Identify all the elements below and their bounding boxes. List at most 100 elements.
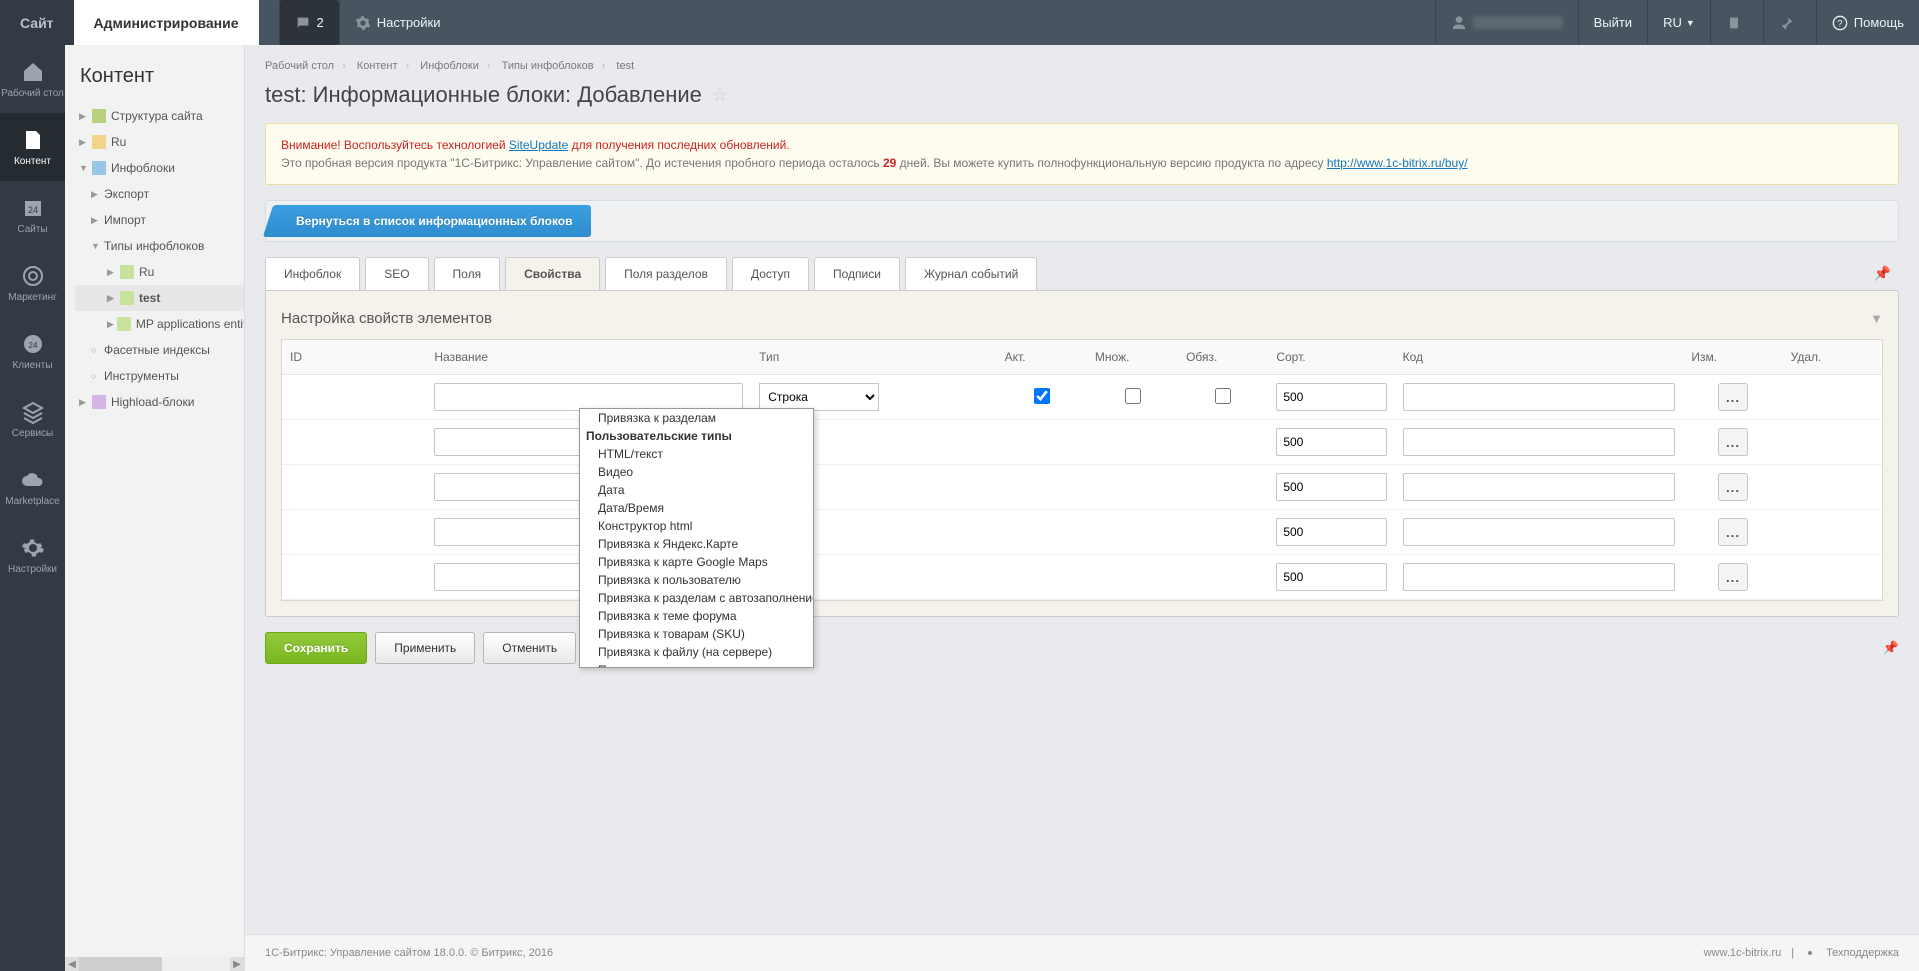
crumb[interactable]: Типы инфоблоков xyxy=(502,60,594,72)
scroll-left-icon[interactable]: ◀ xyxy=(65,957,79,971)
edit-button[interactable]: ... xyxy=(1718,428,1748,456)
top-clipboard[interactable] xyxy=(1710,0,1763,45)
edit-button[interactable]: ... xyxy=(1718,473,1748,501)
layers-icon xyxy=(21,400,45,424)
sidebar: Контент ▶Структура сайта ▶Ru ▼Инфоблоки … xyxy=(65,45,245,971)
crumb[interactable]: Инфоблоки xyxy=(420,60,479,72)
nav-sites[interactable]: 24Сайты xyxy=(0,181,65,249)
top-settings[interactable]: Настройки xyxy=(339,0,456,45)
tree-facet[interactable]: ○Фасетные индексы xyxy=(75,337,244,363)
dropdown-option[interactable]: Видео xyxy=(580,463,813,481)
tree-iblocks[interactable]: ▼Инфоблоки xyxy=(75,155,244,181)
save-button[interactable]: Сохранить xyxy=(265,632,367,664)
dropdown-option[interactable]: Дата/Время xyxy=(580,499,813,517)
edit-button[interactable]: ... xyxy=(1718,383,1748,411)
crumb[interactable]: Контент xyxy=(357,60,398,72)
active-checkbox[interactable] xyxy=(1034,388,1050,404)
nav-marketing[interactable]: Маркетинг xyxy=(0,249,65,317)
required-checkbox[interactable] xyxy=(1215,388,1231,404)
type-dropdown[interactable]: Привязка к разделам Пользовательские тип… xyxy=(579,408,814,668)
tab-properties[interactable]: Свойства xyxy=(505,257,600,290)
dropdown-option[interactable]: Конструктор html xyxy=(580,517,813,535)
sidebar-scrollbar[interactable]: ◀ ▶ xyxy=(65,957,244,971)
user-menu[interactable] xyxy=(1435,0,1578,45)
tab-captions[interactable]: Подписи xyxy=(814,257,900,290)
tree-type-ru[interactable]: ▶Ru xyxy=(75,259,244,285)
nav-content[interactable]: Контент xyxy=(0,113,65,181)
tab-admin[interactable]: Администрирование xyxy=(74,0,259,45)
dropdown-option[interactable]: Привязка к товарам (SKU) xyxy=(580,625,813,643)
siteupdate-link[interactable]: SiteUpdate xyxy=(509,138,568,152)
dropdown-option[interactable]: Привязка к разделам с автозаполнением xyxy=(580,589,813,607)
type-select[interactable]: Строка xyxy=(759,383,879,411)
scroll-thumb[interactable] xyxy=(79,957,162,971)
page-title: test: Информационные блоки: Добавление ☆ xyxy=(245,77,1919,123)
pin-actions-icon[interactable]: 📌 xyxy=(1883,640,1899,656)
tab-iblock[interactable]: Инфоблок xyxy=(265,257,360,290)
lang-switch[interactable]: RU▼ xyxy=(1647,0,1710,45)
dropdown-option[interactable]: HTML/текст xyxy=(580,445,813,463)
tree-tools[interactable]: ○Инструменты xyxy=(75,363,244,389)
pin-tabs-icon[interactable]: 📌 xyxy=(1866,257,1899,290)
tab-log[interactable]: Журнал событий xyxy=(905,257,1037,290)
code-input[interactable] xyxy=(1403,518,1676,546)
sort-input[interactable] xyxy=(1276,473,1386,501)
sort-input[interactable] xyxy=(1276,563,1386,591)
cloud-icon xyxy=(21,468,45,492)
sort-input[interactable] xyxy=(1276,383,1386,411)
cancel-button[interactable]: Отменить xyxy=(483,632,576,664)
dropdown-option[interactable]: Привязка к теме форума xyxy=(580,607,813,625)
dropdown-option[interactable]: Привязка к карте Google Maps xyxy=(580,553,813,571)
dropdown-option[interactable]: Привязка к разделам xyxy=(580,409,813,427)
tab-access[interactable]: Доступ xyxy=(732,257,809,290)
top-pin[interactable] xyxy=(1763,0,1816,45)
nav-marketplace[interactable]: Marketplace xyxy=(0,453,65,521)
tree-export[interactable]: ▶Экспорт xyxy=(75,181,244,207)
tab-seo[interactable]: SEO xyxy=(365,257,428,290)
tree-type-test[interactable]: ▶test xyxy=(75,285,244,311)
nav-settings[interactable]: Настройки xyxy=(0,521,65,589)
tree-highload[interactable]: ▶Highload-блоки xyxy=(75,389,244,415)
notifications[interactable]: 2 xyxy=(279,0,339,45)
dropdown-option[interactable]: Привязка к пользователю xyxy=(580,571,813,589)
scroll-right-icon[interactable]: ▶ xyxy=(230,957,244,971)
collapse-icon[interactable]: ▼ xyxy=(1870,311,1883,326)
footer-site-link[interactable]: www.1c-bitrix.ru xyxy=(1704,947,1782,959)
dropdown-option[interactable]: Привязка к файлу (на сервере) xyxy=(580,643,813,661)
th-required: Обяз. xyxy=(1178,340,1268,375)
nav-clients[interactable]: 24Клиенты xyxy=(0,317,65,385)
dropdown-option[interactable]: Дата xyxy=(580,481,813,499)
code-input[interactable] xyxy=(1403,428,1676,456)
edit-button[interactable]: ... xyxy=(1718,563,1748,591)
top-help[interactable]: ? Помощь xyxy=(1816,0,1919,45)
name-input[interactable] xyxy=(434,383,743,411)
tree-types[interactable]: ▼Типы инфоблоков xyxy=(75,233,244,259)
code-input[interactable] xyxy=(1403,563,1676,591)
gear-icon xyxy=(21,536,45,560)
tree-ru[interactable]: ▶Ru xyxy=(75,129,244,155)
nav-services[interactable]: Сервисы xyxy=(0,385,65,453)
buy-link[interactable]: http://www.1c-bitrix.ru/buy/ xyxy=(1327,156,1468,170)
code-input[interactable] xyxy=(1403,383,1676,411)
tab-site[interactable]: Сайт xyxy=(0,0,74,45)
tab-fields[interactable]: Поля xyxy=(434,257,501,290)
crumb[interactable]: Рабочий стол xyxy=(265,60,334,72)
apply-button[interactable]: Применить xyxy=(375,632,475,664)
dropdown-option[interactable]: Привязка к элементам в виде списка xyxy=(580,661,813,668)
back-button[interactable]: Вернуться в список информационных блоков xyxy=(278,205,591,237)
edit-button[interactable]: ... xyxy=(1718,518,1748,546)
tree-import[interactable]: ▶Импорт xyxy=(75,207,244,233)
tree-structure[interactable]: ▶Структура сайта xyxy=(75,103,244,129)
footer-support-link[interactable]: Техподдержка xyxy=(1826,947,1899,959)
crumb[interactable]: test xyxy=(616,60,634,72)
nav-desktop[interactable]: Рабочий стол xyxy=(0,45,65,113)
tab-section-fields[interactable]: Поля разделов xyxy=(605,257,727,290)
dropdown-option[interactable]: Привязка к Яндекс.Карте xyxy=(580,535,813,553)
sort-input[interactable] xyxy=(1276,428,1386,456)
favorite-star-icon[interactable]: ☆ xyxy=(712,85,728,106)
logout-link[interactable]: Выйти xyxy=(1578,0,1648,45)
multiple-checkbox[interactable] xyxy=(1125,388,1141,404)
sort-input[interactable] xyxy=(1276,518,1386,546)
tree-type-mp[interactable]: ▶MP applications entities xyxy=(75,311,244,337)
code-input[interactable] xyxy=(1403,473,1676,501)
